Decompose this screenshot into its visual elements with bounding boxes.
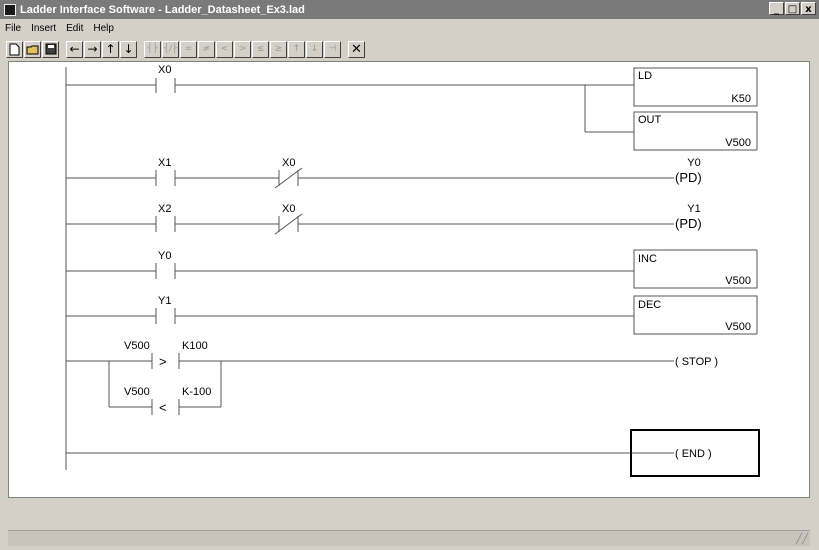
box-label: LD bbox=[638, 70, 652, 82]
resize-grip-icon[interactable]: ╱╱ bbox=[796, 534, 808, 545]
ge-compare-icon[interactable]: ≥ bbox=[270, 40, 287, 58]
menu-insert[interactable]: Insert bbox=[26, 23, 61, 34]
eq-compare-icon[interactable]: = bbox=[180, 40, 197, 58]
box-value: V500 bbox=[725, 137, 751, 149]
contact-label: Y1 bbox=[158, 295, 171, 307]
app-icon bbox=[4, 3, 16, 16]
title-bar: Ladder Interface Software - Ladder_Datas… bbox=[0, 0, 819, 19]
le-compare-icon[interactable]: ≤ bbox=[252, 40, 269, 58]
new-document-icon[interactable] bbox=[6, 40, 23, 58]
arrow-left-icon[interactable]: ← bbox=[66, 40, 83, 58]
menu-bar: File Insert Edit Help bbox=[0, 19, 819, 37]
close-button[interactable]: x bbox=[801, 2, 816, 15]
gt-compare-icon[interactable]: > bbox=[234, 40, 251, 58]
box-value: K50 bbox=[731, 93, 751, 105]
arrow-up-icon[interactable]: ↑ bbox=[102, 40, 119, 58]
compare-right-label: K100 bbox=[182, 340, 208, 352]
box-value: V500 bbox=[725, 321, 751, 333]
contact-label: X0 bbox=[158, 64, 171, 76]
arrow-right-icon[interactable]: → bbox=[84, 40, 101, 58]
box-value: V500 bbox=[725, 275, 751, 287]
pulse-up-icon[interactable]: ↑ bbox=[288, 40, 305, 58]
end-output: ( END ) bbox=[675, 448, 712, 460]
window-controls: _ □ x bbox=[768, 2, 816, 15]
contact-label: X0 bbox=[282, 157, 295, 169]
contact-label: Y0 bbox=[158, 250, 171, 262]
delete-icon[interactable]: ✕ bbox=[348, 40, 365, 58]
menu-edit[interactable]: Edit bbox=[61, 23, 88, 34]
ladder-canvas[interactable]: X0 LD K50 OUT V500 X1 X0 Y0 (PD) X2 X0 Y… bbox=[8, 61, 810, 498]
stop-output: ( STOP ) bbox=[675, 356, 718, 368]
lt-compare-icon[interactable]: < bbox=[216, 40, 233, 58]
box-label: OUT bbox=[638, 114, 662, 126]
contact-label: X1 bbox=[158, 157, 171, 169]
window-title: Ladder Interface Software - Ladder_Datas… bbox=[20, 3, 305, 16]
status-bar: ╱╱ bbox=[8, 530, 810, 546]
box-label: DEC bbox=[638, 299, 661, 311]
box-label: INC bbox=[638, 253, 657, 265]
no-contact-icon[interactable]: ┤├ bbox=[144, 40, 161, 58]
minimize-button[interactable]: _ bbox=[769, 2, 784, 15]
open-folder-icon[interactable] bbox=[24, 40, 41, 58]
contact-label: X2 bbox=[158, 203, 171, 215]
coil-symbol: (PD) bbox=[675, 216, 702, 231]
coil-symbol: (PD) bbox=[675, 170, 702, 185]
contact-label: X0 bbox=[282, 203, 295, 215]
compare-right-label: K-100 bbox=[182, 386, 211, 398]
maximize-button[interactable]: □ bbox=[785, 2, 800, 15]
ne-compare-icon[interactable]: ≠ bbox=[198, 40, 215, 58]
pulse-down-icon[interactable]: ↓ bbox=[306, 40, 323, 58]
menu-help[interactable]: Help bbox=[88, 23, 119, 34]
nc-contact-icon[interactable]: ┤/├ bbox=[162, 40, 179, 58]
branch-icon[interactable]: ⊣ bbox=[324, 40, 341, 58]
save-disk-icon[interactable] bbox=[42, 40, 59, 58]
compare-left-label: V500 bbox=[124, 386, 150, 398]
compare-operator: > bbox=[159, 354, 167, 369]
coil-label: Y0 bbox=[687, 157, 700, 169]
compare-operator: < bbox=[159, 400, 167, 415]
arrow-down-icon[interactable]: ↓ bbox=[120, 40, 137, 58]
compare-left-label: V500 bbox=[124, 340, 150, 352]
toolbar: ← → ↑ ↓ ┤├ ┤/├ = ≠ < > ≤ ≥ ↑ ↓ ⊣ ✕ bbox=[0, 38, 819, 60]
menu-file[interactable]: File bbox=[0, 23, 26, 34]
coil-label: Y1 bbox=[687, 203, 700, 215]
